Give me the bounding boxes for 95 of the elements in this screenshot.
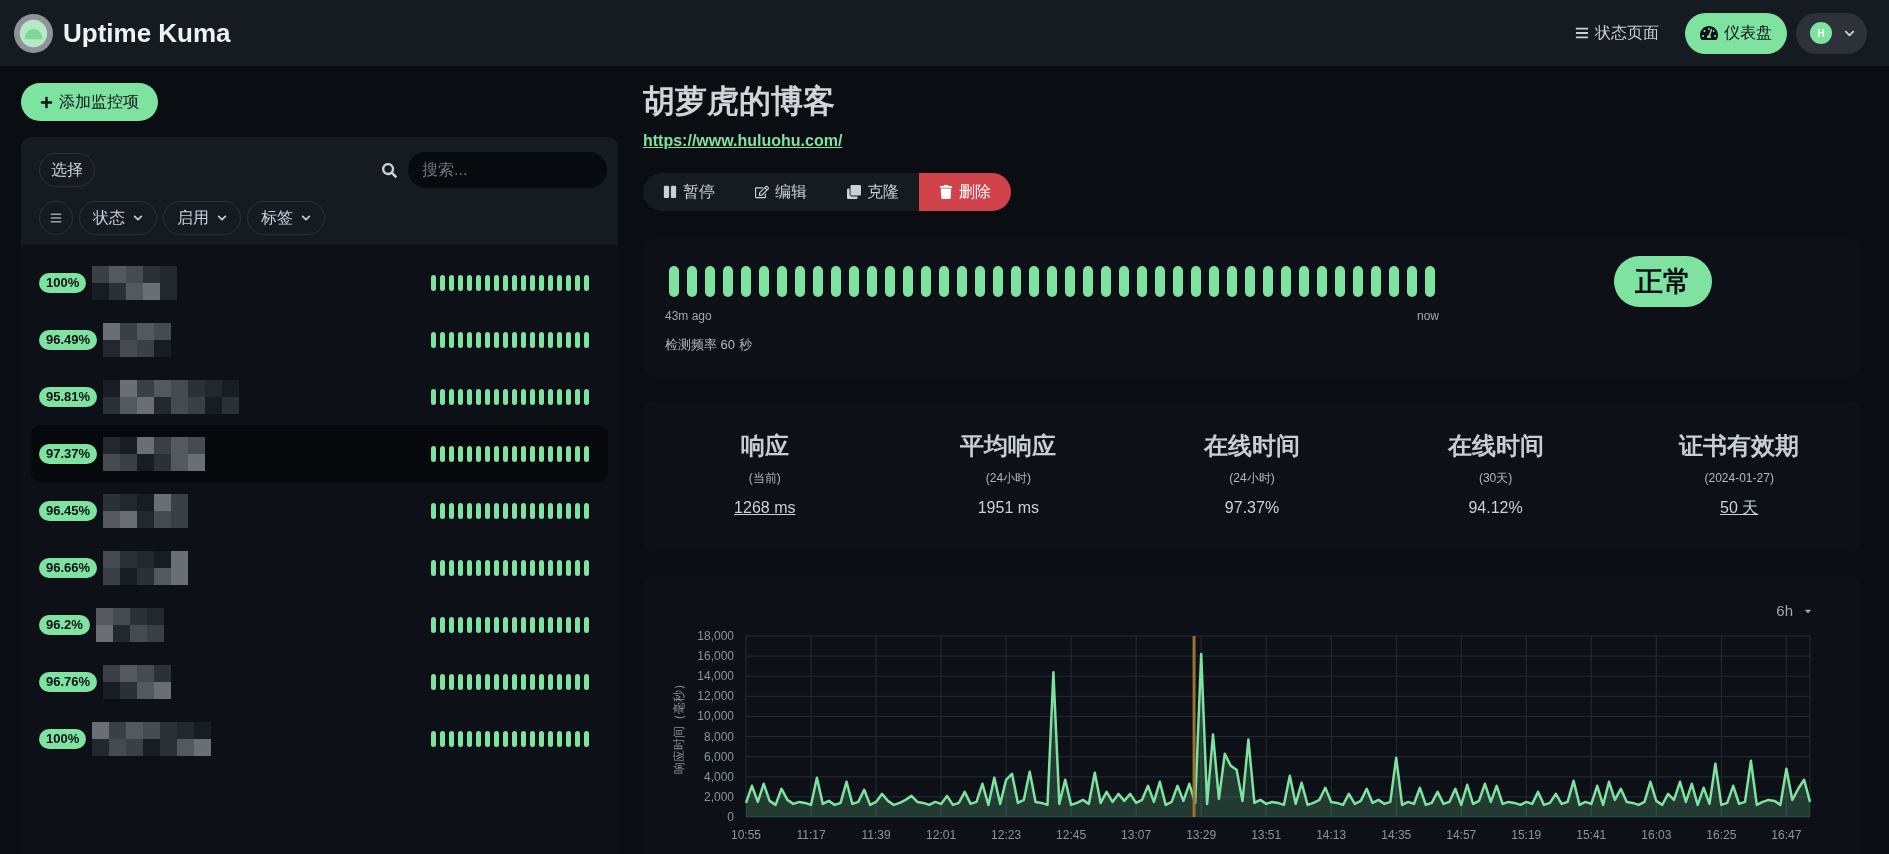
uptime-badge: 100%	[39, 272, 87, 293]
monitor-list-item[interactable]: 96.45%	[31, 482, 608, 539]
monitor-list-item[interactable]: 96.66%	[31, 539, 608, 596]
plus-icon	[40, 95, 53, 109]
delete-button[interactable]: 删除	[919, 173, 1011, 211]
y-axis-tick-label: 2,000	[703, 789, 734, 804]
menu-icon	[50, 212, 62, 224]
stat-value: 97.37%	[1224, 498, 1280, 518]
x-axis-tick-label: 14:57	[1446, 828, 1477, 842]
chevron-down-icon	[217, 213, 227, 223]
uptime-badge: 97.37%	[39, 443, 98, 464]
copy-icon	[847, 185, 861, 199]
edit-button[interactable]: 编辑	[735, 173, 827, 211]
x-axis-tick-label: 16:03	[1641, 828, 1672, 842]
stat-value: 94.12%	[1468, 498, 1523, 518]
stat-period: (24小时)	[1229, 470, 1275, 486]
filter-dropdown[interactable]: 启用	[163, 201, 241, 235]
edit-icon	[755, 185, 769, 199]
monitor-url-link[interactable]: https://www.huluohu.com/	[643, 131, 843, 151]
y-axis-tick-label: 4,000	[703, 769, 734, 784]
y-axis-title: 响应时间（毫秒）	[672, 678, 686, 774]
gauge-icon	[1700, 24, 1718, 42]
x-axis-tick-label: 16:47	[1771, 828, 1802, 842]
x-axis-tick-label: 14:35	[1381, 828, 1412, 842]
status-page-link[interactable]: 状态页面	[1573, 12, 1661, 54]
monitor-list-item[interactable]: 95.81%	[31, 368, 608, 425]
logo-icon	[14, 13, 53, 53]
monitor-list-item[interactable]: 100%	[31, 254, 608, 311]
y-axis-tick-label: 16,000	[697, 649, 734, 664]
monitor-list-item[interactable]: 97.37%	[31, 425, 608, 482]
x-axis-tick-label: 12:45	[1056, 828, 1087, 842]
x-axis-tick-label: 12:01	[926, 828, 957, 842]
y-axis-tick-label: 18,000	[697, 629, 734, 643]
x-axis-tick-label: 12:23	[991, 828, 1022, 842]
x-axis-tick-label: 13:29	[1186, 828, 1217, 842]
y-axis-tick-label: 6,000	[703, 749, 734, 764]
search-field[interactable]: 搜索...	[408, 152, 607, 188]
stat-title: 平均响应	[960, 431, 1057, 461]
uptime-badge: 95.81%	[39, 386, 98, 407]
monitor-title: 胡萝虎的博客	[643, 82, 835, 121]
y-axis-tick-label: 10,000	[697, 709, 734, 724]
y-axis-tick-label: 0	[727, 810, 734, 824]
stat-value-link[interactable]: 50 天	[1720, 497, 1759, 519]
y-axis-tick-label: 14,000	[697, 669, 734, 684]
avatar-initial: H	[1810, 22, 1832, 44]
uptime-badge: 96.45%	[39, 500, 98, 521]
stat-value-link[interactable]: 1268 ms	[734, 497, 796, 519]
stat-period: (30天)	[1478, 470, 1513, 486]
x-axis-tick-label: 10:55	[731, 828, 761, 842]
x-axis-tick-label: 15:41	[1576, 828, 1607, 842]
uptime-badge: 96.76%	[39, 671, 98, 692]
stat-title: 响应	[740, 431, 789, 461]
stat-period: (2024-01-27)	[1704, 470, 1774, 486]
pixelated-name-drawing	[95, 607, 164, 642]
y-axis-tick-label: 8,000	[703, 729, 734, 744]
time-range-select[interactable]: 6h	[1776, 599, 1813, 623]
menu-icon	[1575, 26, 1589, 40]
monitor-list-item[interactable]: 96.76%	[31, 653, 608, 710]
stat-period: (当前)	[748, 470, 781, 486]
stat-title: 在线时间	[1204, 431, 1300, 461]
pixelated-name-drawing	[103, 664, 172, 699]
uptime-badge: 96.66%	[39, 557, 98, 578]
chevron-down-icon	[133, 213, 143, 223]
search-icon	[382, 162, 397, 178]
trash-icon	[939, 185, 953, 199]
dashboard-button[interactable]: 仪表盘	[1685, 12, 1787, 54]
check-interval-text: 检测频率 60 秒	[665, 336, 752, 354]
x-axis-tick-label: 15:19	[1511, 828, 1542, 842]
y-axis-tick-label: 12,000	[697, 689, 734, 704]
x-axis-tick-label: 11:17	[796, 828, 826, 842]
x-axis-tick-label: 13:51	[1251, 828, 1282, 842]
pixelated-name-drawing	[103, 322, 172, 357]
clone-button[interactable]: 克隆	[827, 173, 919, 211]
x-axis-tick-label: 14:13	[1316, 828, 1347, 842]
monitor-list-item[interactable]: 100%	[31, 710, 608, 767]
timeline-start-label: 43m ago	[665, 308, 712, 324]
uptime-badge: 96.49%	[39, 329, 98, 350]
status-badge: 正常	[1614, 256, 1712, 307]
pause-button[interactable]: 暂停	[643, 173, 735, 211]
x-axis-tick-label: 11:39	[861, 828, 891, 842]
chevron-down-icon	[301, 213, 311, 223]
monitor-list-item[interactable]: 96.2%	[31, 596, 608, 653]
timeline-end-label: now	[1417, 308, 1439, 324]
stat-title: 证书有效期	[1679, 431, 1800, 461]
x-axis-tick-label: 13:07	[1121, 828, 1152, 842]
uptime-badge: 96.2%	[39, 614, 90, 635]
x-axis-tick-label: 16:25	[1706, 828, 1737, 842]
brand-name[interactable]: Uptime Kuma	[63, 17, 231, 49]
pause-icon	[663, 185, 677, 199]
stat-title: 在线时间	[1447, 431, 1544, 461]
monitor-list-item[interactable]: 96.49%	[31, 311, 608, 368]
add-monitor-button[interactable]: 添加监控项	[21, 83, 158, 121]
stat-period: (24小时)	[985, 470, 1032, 486]
stat-value: 1951 ms	[977, 498, 1040, 518]
uptime-badge: 100%	[39, 728, 87, 749]
